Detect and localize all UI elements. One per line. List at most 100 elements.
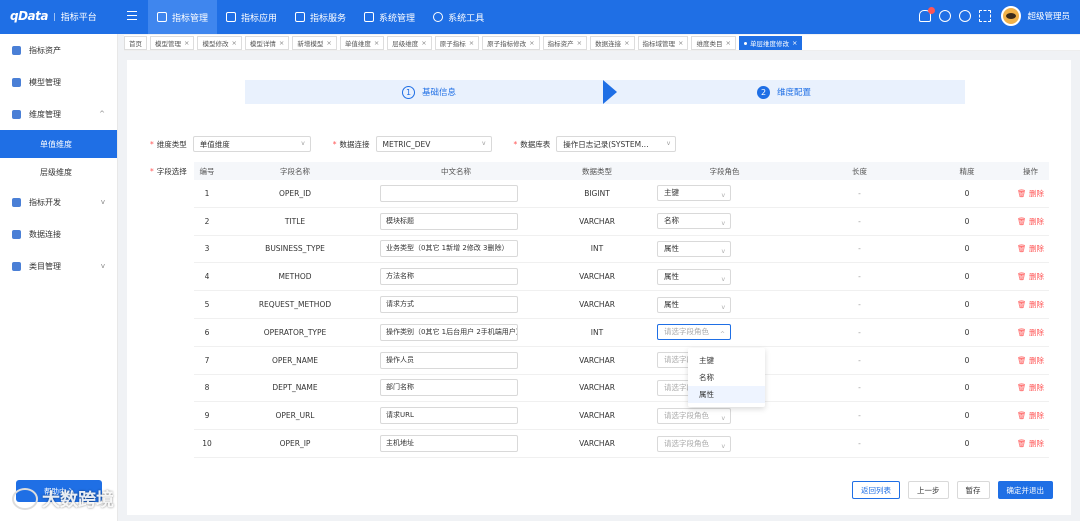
nav-item-metric-service[interactable]: 指标服务 (286, 0, 355, 34)
tab-item-active[interactable]: 单层维度修改 × (738, 36, 803, 50)
fullscreen-icon[interactable] (979, 10, 992, 22)
sidebar-subitem-label: 单值维度 (40, 139, 72, 149)
close-icon[interactable]: × (184, 39, 189, 47)
sidebar-subitem-hierarchy-dimension[interactable]: 层级维度 (0, 158, 117, 186)
sidebar-item-dimension-management[interactable]: 维度管理 ^ (0, 98, 117, 130)
close-icon[interactable]: × (279, 39, 284, 47)
delete-label: 删除 (1028, 383, 1044, 393)
tab-item[interactable]: 新增模型 × (292, 36, 337, 50)
sidebar-item-category-management[interactable]: 类目管理 v (0, 250, 117, 282)
sidebar-item-model-management[interactable]: 模型管理 (0, 66, 117, 98)
chinese-name-input[interactable]: 操作类别（0其它 1后台用户 2手机端用户） (380, 323, 518, 341)
close-icon[interactable]: × (374, 39, 379, 47)
nav-item-system-tools[interactable]: 系统工具 (424, 0, 493, 34)
field-role-select[interactable]: 属性 v (657, 240, 731, 257)
refresh-icon[interactable] (939, 10, 952, 22)
close-icon[interactable]: × (577, 39, 582, 47)
close-icon[interactable]: × (624, 39, 629, 47)
dropdown-option-primary-key[interactable]: 主键 (688, 352, 765, 369)
tab-item[interactable]: 模型详情 × (244, 36, 290, 50)
delete-button[interactable]: 🗑 删除 (1017, 272, 1044, 281)
tab-item[interactable]: 模型修改 × (197, 36, 242, 50)
tab-item[interactable]: 单值维度 × (339, 36, 385, 50)
dropdown-option-name[interactable]: 名称 (688, 369, 765, 386)
sidebar-subitem-single-dimension[interactable]: 单值维度 (0, 130, 117, 158)
delete-button[interactable]: 🗑 删除 (1017, 217, 1044, 226)
delete-button[interactable]: 🗑 删除 (1017, 411, 1044, 420)
close-icon[interactable]: × (469, 39, 474, 47)
tab-item[interactable]: 模型管理 × (150, 36, 195, 50)
field-role-select[interactable]: 属性 v (657, 268, 731, 285)
select-value: 单值维度 (199, 139, 230, 149)
delete-button[interactable]: 🗑 删除 (1017, 189, 1044, 198)
avatar[interactable] (1001, 6, 1022, 26)
tab-item[interactable]: 数据连接 × (590, 36, 635, 50)
field-role-select[interactable]: 属性 v (657, 296, 731, 313)
app-subtitle: 指标平台 (60, 12, 97, 23)
sidebar-item-metric-assets[interactable]: 指标资产 (0, 34, 117, 66)
delete-button[interactable]: 🗑 删除 (1017, 328, 1044, 337)
field-role-select[interactable]: 请选字段角色 v (657, 435, 731, 452)
close-icon[interactable]: × (529, 39, 534, 47)
tab-item[interactable]: 原子指标 × (434, 36, 480, 50)
chinese-name-input[interactable]: 操作人员 (380, 351, 518, 369)
field-role-select[interactable]: 请选字段角色 ^ (657, 324, 731, 341)
menu-collapse-icon[interactable] (127, 11, 137, 21)
app-logo[interactable]: qData | 指标平台 (10, 9, 97, 23)
chinese-name-input[interactable]: 请求方式 (380, 296, 518, 314)
tab-home[interactable]: 首页 (124, 36, 147, 50)
nav-item-system-management[interactable]: 系统管理 (355, 0, 424, 34)
close-icon[interactable]: × (725, 39, 730, 47)
cell-number: 5 (204, 300, 210, 310)
delete-button[interactable]: 🗑 删除 (1017, 300, 1044, 309)
username[interactable]: 超级管理员 (1027, 10, 1070, 22)
chinese-name-input[interactable]: 模块标题 (380, 212, 518, 230)
chinese-name-input[interactable]: 请求URL (380, 407, 518, 425)
chinese-name-input[interactable] (380, 184, 518, 202)
previous-step-button[interactable]: 上一步 (908, 481, 949, 499)
nav-item-metric-application[interactable]: 指标应用 (217, 0, 286, 34)
tab-item[interactable]: 层级维度 × (387, 36, 432, 50)
step-dimension-config[interactable]: 2 维度配置 (603, 80, 965, 104)
field-role-select[interactable]: 主键 v (657, 185, 731, 202)
tab-item[interactable]: 原子指标修改 × (482, 36, 540, 50)
trash-icon: 🗑 (1017, 383, 1027, 393)
close-icon[interactable]: × (421, 39, 426, 47)
delete-button[interactable]: 🗑 删除 (1017, 244, 1044, 253)
chinese-name-input[interactable]: 主机地址 (380, 435, 518, 453)
delete-button[interactable]: 🗑 删除 (1017, 439, 1044, 448)
field-role-select[interactable]: 请选字段角色 v (657, 407, 731, 424)
trash-icon: 🗑 (1017, 411, 1027, 421)
dropdown-option-attribute[interactable]: 属性 (688, 386, 765, 403)
delete-button[interactable]: 🗑 删除 (1017, 356, 1044, 365)
close-icon[interactable]: × (231, 39, 236, 47)
close-icon[interactable]: × (678, 39, 683, 47)
tab-item[interactable]: 维度类目 × (691, 36, 736, 50)
cell-field-name: OPERATOR_TYPE (263, 327, 327, 337)
close-icon[interactable]: × (326, 39, 331, 47)
dimension-type-select[interactable]: 单值维度 v (192, 136, 311, 152)
step-basic-info[interactable]: 1 基础信息 (245, 80, 613, 104)
close-icon[interactable]: × (792, 39, 797, 47)
chinese-name-input[interactable]: 方法名称 (380, 268, 518, 286)
confirm-exit-button[interactable]: 确定并退出 (997, 481, 1053, 499)
tab-item[interactable]: 指标资产 × (542, 36, 588, 50)
data-connection-select[interactable]: METRIC_DEV v (375, 136, 492, 152)
nav-label: 指标应用 (241, 13, 278, 24)
tab-item[interactable]: 指标域管理 × (637, 36, 689, 50)
back-to-list-button[interactable]: 返回列表 (852, 481, 900, 499)
chinese-name-input[interactable]: 部门名称 (380, 379, 518, 397)
database-table-select[interactable]: 操作日志记录(SYSTEM… v (556, 136, 677, 152)
sidebar-item-data-connection[interactable]: 数据连接 (0, 218, 117, 250)
save-draft-button[interactable]: 暂存 (956, 481, 990, 499)
sidebar-item-metric-development[interactable]: 指标开发 v (0, 186, 117, 218)
trash-icon: 🗑 (1017, 188, 1027, 198)
chinese-name-input[interactable]: 业务类型（0其它 1新增 2修改 3删除） (380, 240, 518, 258)
nav-item-metric-management[interactable]: 指标管理 (148, 0, 218, 34)
search-icon[interactable] (959, 10, 972, 22)
table-row: 1 OPER_ID BIGINT 主键 v - 0 🗑 删除 (194, 180, 1049, 208)
table-row: 4 METHOD 方法名称 VARCHAR 属性 v - 0 🗑 删除 (194, 263, 1049, 292)
bell-icon[interactable] (919, 7, 936, 22)
delete-button[interactable]: 🗑 删除 (1017, 383, 1044, 392)
field-role-select[interactable]: 名称 v (657, 213, 731, 230)
